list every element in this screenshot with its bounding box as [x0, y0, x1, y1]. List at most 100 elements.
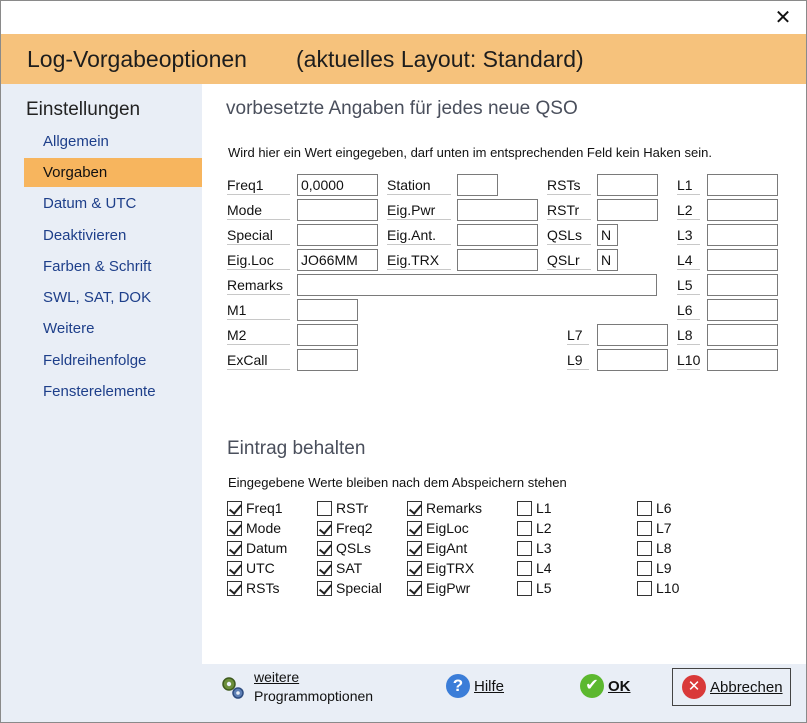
eigant-field[interactable] [457, 224, 538, 246]
keep-checkbox-l3[interactable]: L3 [517, 539, 552, 557]
mode-field[interactable] [297, 199, 378, 221]
m1-field[interactable] [297, 299, 358, 321]
eigpwr-label: Eig.Pwr [387, 200, 451, 220]
l2-field[interactable] [707, 199, 778, 221]
eigtrx-field[interactable] [457, 249, 538, 271]
remarks-field[interactable] [297, 274, 657, 296]
rstr-field[interactable] [597, 199, 658, 221]
more-options-button[interactable]: weitere Programmoptionen [220, 668, 373, 706]
m2-field[interactable] [297, 324, 358, 346]
rsts-field[interactable] [597, 174, 658, 196]
checkbox-box[interactable] [517, 520, 532, 536]
checkbox-box[interactable] [227, 540, 242, 556]
checkbox-box[interactable] [517, 560, 532, 576]
l10-field[interactable] [707, 349, 778, 371]
keep-checkbox-special[interactable]: Special [317, 579, 382, 597]
keep-checkbox-rstr[interactable]: RSTr [317, 499, 368, 517]
excall-label: ExCall [227, 350, 290, 370]
keep-checkbox-l5[interactable]: L5 [517, 579, 552, 597]
checkbox-box[interactable] [407, 520, 422, 536]
checkbox-label: QSLs [336, 540, 372, 556]
keep-checkbox-l2[interactable]: L2 [517, 519, 552, 537]
checkbox-box[interactable] [517, 540, 532, 556]
checkbox-box[interactable] [317, 560, 332, 576]
checkbox-box[interactable] [517, 580, 532, 596]
checkbox-box[interactable] [637, 580, 652, 596]
station-field[interactable] [457, 174, 498, 196]
keep-checkbox-remarks[interactable]: Remarks [407, 499, 482, 517]
checkbox-box[interactable] [227, 520, 242, 536]
checkbox-box[interactable] [637, 540, 652, 556]
checkbox-box[interactable] [317, 580, 332, 596]
eigloc-field[interactable]: JO66MM [297, 249, 378, 271]
l4-field[interactable] [707, 249, 778, 271]
special-field[interactable] [297, 224, 378, 246]
keep-checkbox-rsts[interactable]: RSTs [227, 579, 279, 597]
help-button[interactable]: ? Hilfe [446, 674, 504, 698]
keep-checkbox-eigant[interactable]: EigAnt [407, 539, 467, 557]
checkbox-box[interactable] [637, 560, 652, 576]
gears-icon [222, 677, 244, 699]
checkbox-box[interactable] [637, 520, 652, 536]
keep-checkbox-l6[interactable]: L6 [637, 499, 672, 517]
qslr-field[interactable]: N [597, 249, 618, 271]
l7-field[interactable] [597, 324, 668, 346]
ok-button[interactable]: ✔ OK [580, 674, 631, 698]
sidebar-item-feldreihenfolge[interactable]: Feldreihenfolge [24, 346, 202, 375]
freq1-field[interactable]: 0,0000 [297, 174, 378, 196]
keep-checkbox-freq2[interactable]: Freq2 [317, 519, 373, 537]
checkbox-box[interactable] [517, 500, 532, 516]
keep-checkbox-l9[interactable]: L9 [637, 559, 672, 577]
excall-field[interactable] [297, 349, 358, 371]
qsls-field[interactable]: N [597, 224, 618, 246]
keep-checkbox-eigpwr[interactable]: EigPwr [407, 579, 470, 597]
checkbox-box[interactable] [227, 500, 242, 516]
cross-icon: ✕ [682, 675, 706, 699]
checkbox-box[interactable] [407, 540, 422, 556]
checkbox-box[interactable] [227, 560, 242, 576]
sidebar-item-farben-schrift[interactable]: Farben & Schrift [24, 252, 202, 281]
keep-checkbox-eigloc[interactable]: EigLoc [407, 519, 469, 537]
sidebar-item-datum-utc[interactable]: Datum & UTC [24, 189, 202, 218]
close-icon[interactable]: ✕ [770, 5, 796, 29]
checkbox-box[interactable] [317, 540, 332, 556]
sidebar-item-vorgaben[interactable]: Vorgaben [24, 158, 202, 187]
checkbox-box[interactable] [407, 580, 422, 596]
checkbox-box[interactable] [317, 500, 332, 516]
keep-checkbox-qsls[interactable]: QSLs [317, 539, 371, 557]
checkbox-box[interactable] [637, 500, 652, 516]
keep-checkbox-mode[interactable]: Mode [227, 519, 281, 537]
checkmark-icon: ✔ [580, 674, 604, 698]
checkbox-box[interactable] [227, 580, 242, 596]
keep-checkbox-freq1[interactable]: Freq1 [227, 499, 283, 517]
l1-field[interactable] [707, 174, 778, 196]
sidebar-item-fensterelemente[interactable]: Fensterelemente [24, 377, 202, 406]
checkbox-box[interactable] [407, 500, 422, 516]
checkbox-label: Remarks [426, 500, 483, 516]
keep-checkbox-datum[interactable]: Datum [227, 539, 287, 557]
keep-checkbox-l1[interactable]: L1 [517, 499, 552, 517]
l5-field[interactable] [707, 274, 778, 296]
sidebar-item-swl-sat-dok[interactable]: SWL, SAT, DOK [24, 283, 202, 312]
keep-checkbox-utc[interactable]: UTC [227, 559, 275, 577]
l8-field[interactable] [707, 324, 778, 346]
l3-field[interactable] [707, 224, 778, 246]
checkbox-box[interactable] [317, 520, 332, 536]
keep-checkbox-l8[interactable]: L8 [637, 539, 672, 557]
keep-checkbox-eigtrx[interactable]: EigTRX [407, 559, 474, 577]
sidebar-item-deaktivieren[interactable]: Deaktivieren [24, 221, 202, 250]
l9-field[interactable] [597, 349, 668, 371]
sidebar-item-weitere[interactable]: Weitere [24, 314, 202, 343]
sidebar-item-allgemein[interactable]: Allgemein [24, 127, 202, 156]
cancel-button[interactable]: ✕ Abbrechen [672, 668, 791, 706]
keep-checkbox-l7[interactable]: L7 [637, 519, 672, 537]
l7-label: L7 [567, 325, 589, 345]
keep-checkbox-sat[interactable]: SAT [317, 559, 362, 577]
checkbox-box[interactable] [407, 560, 422, 576]
eigpwr-field[interactable] [457, 199, 538, 221]
l4-label: L4 [677, 250, 700, 270]
l6-field[interactable] [707, 299, 778, 321]
keep-checkbox-l4[interactable]: L4 [517, 559, 552, 577]
l2-label: L2 [677, 200, 700, 220]
keep-checkbox-l10[interactable]: L10 [637, 579, 679, 597]
